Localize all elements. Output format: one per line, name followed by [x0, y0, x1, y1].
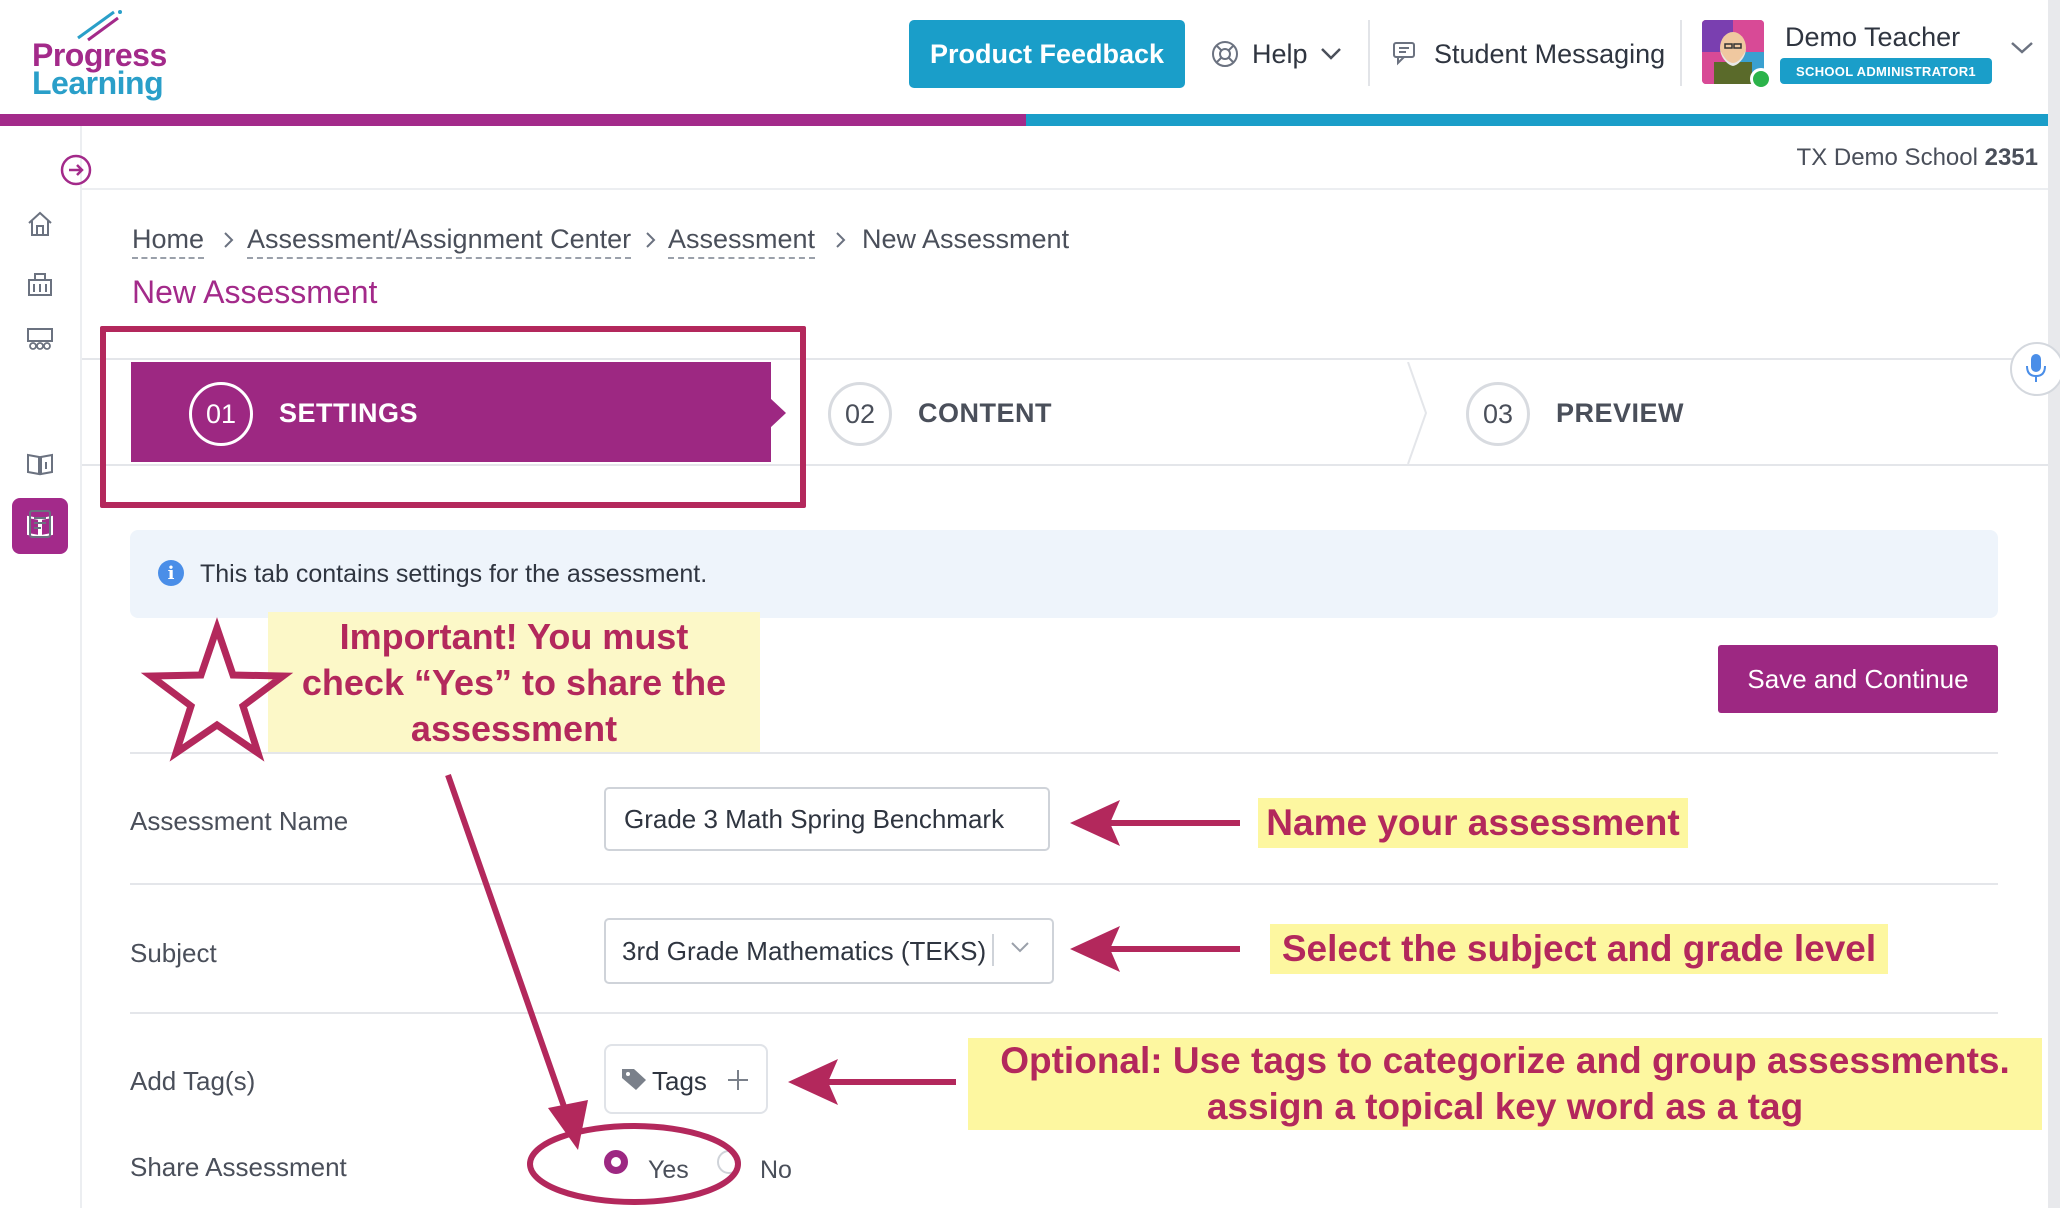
annotation-star-icon	[140, 617, 294, 762]
annotation-text: assessment	[410, 708, 618, 749]
annotation-text: Important! You must	[339, 616, 689, 657]
user-role-badge: SCHOOL ADMINISTRATOR1	[1780, 58, 1992, 84]
annotation-text: assign a topical key word as a tag	[1206, 1086, 1804, 1127]
form-divider	[130, 752, 1998, 754]
annotation-arrow	[445, 774, 571, 1119]
share-no-label[interactable]: No	[760, 1156, 792, 1185]
plus-icon	[728, 1070, 748, 1090]
share-yes-radio[interactable]	[604, 1150, 628, 1174]
step-tab-content[interactable]: 02 CONTENT	[800, 362, 1410, 462]
chevron-down-icon[interactable]	[2010, 40, 2034, 56]
share-assessment-label: Share Assessment	[130, 1152, 347, 1182]
subject-select[interactable]: 3rd Grade Mathematics (TEKS)	[604, 918, 1054, 984]
annotation-name-note: Name your assessment	[1258, 798, 1688, 848]
logo-text-learning: Learning	[32, 65, 164, 101]
school-id: 2351	[1984, 144, 2038, 171]
step-number: 03	[1466, 382, 1530, 446]
annotation-arrowhead	[548, 1100, 588, 1150]
school-name-text: TX Demo School	[1796, 144, 1978, 171]
annotation-text: check “Yes” to share the	[301, 662, 727, 703]
step-label: CONTENT	[918, 398, 1052, 428]
lifebuoy-icon	[1212, 41, 1238, 67]
step-number: 02	[828, 382, 892, 446]
breadcrumb-assessment-center[interactable]: Assessment/Assignment Center	[247, 224, 632, 259]
chevron-right-icon	[224, 232, 234, 248]
window-edge	[2048, 0, 2060, 1208]
step-label: PREVIEW	[1556, 398, 1685, 428]
annotation-highlight-box	[100, 326, 806, 508]
save-and-continue-button[interactable]: Save and Continue	[1718, 645, 1998, 713]
page-title: New Assessment	[132, 274, 378, 310]
sidebar-item-school[interactable]	[20, 264, 60, 304]
form-divider	[130, 883, 1998, 885]
annotation-arrowhead	[1070, 926, 1120, 972]
header-divider	[1680, 20, 1682, 86]
add-tags-label: Add Tag(s)	[130, 1066, 256, 1096]
annotation-text: Optional: Use tags to categorize and gro…	[1000, 1040, 2010, 1081]
microphone-button[interactable]	[2010, 342, 2060, 396]
product-feedback-button[interactable]: Product Feedback	[909, 20, 1185, 88]
chevron-down-icon	[1320, 48, 1341, 60]
select-separator	[992, 934, 994, 966]
info-icon: i	[158, 560, 184, 586]
info-text: This tab contains settings for the asses…	[200, 560, 708, 588]
share-yes-label[interactable]: Yes	[648, 1156, 689, 1185]
annotation-important-note: Important! You must check “Yes” to share…	[268, 612, 760, 752]
user-name[interactable]: Demo Teacher	[1785, 22, 1960, 53]
chevron-right-icon	[646, 232, 656, 248]
annotation-subject-note: Select the subject and grade level	[1270, 924, 1888, 974]
building-icon	[28, 273, 52, 296]
book-info-icon	[27, 453, 53, 476]
annotation-yes-circle	[527, 1123, 741, 1205]
student-messaging-link[interactable]: Student Messaging	[1390, 30, 1665, 78]
sidebar-item-classes[interactable]	[20, 320, 60, 360]
header-divider	[1368, 20, 1370, 86]
info-banner: i This tab contains settings for the ass…	[130, 530, 1998, 618]
header-accent-bar-purple	[0, 114, 1026, 126]
help-menu[interactable]: Help	[1210, 30, 1342, 78]
tag-icon	[622, 1069, 646, 1090]
form-divider	[130, 1012, 1998, 1014]
sidebar-item-resources[interactable]	[20, 444, 60, 484]
header-accent-bar-blue	[1026, 114, 2060, 126]
breadcrumb-home[interactable]: Home	[132, 224, 205, 259]
help-label: Help	[1252, 38, 1308, 69]
school-bar: TX Demo School 2351	[82, 126, 2048, 190]
sidebar-item-home[interactable]	[20, 204, 60, 244]
annotation-arrowhead	[1070, 800, 1120, 846]
microphone-icon	[2026, 354, 2046, 382]
chevron-down-icon	[1011, 942, 1029, 953]
breadcrumb-assessment[interactable]: Assessment	[668, 224, 816, 259]
online-status-dot	[1750, 68, 1772, 90]
chat-icon	[1393, 42, 1415, 66]
sidebar-item-reports[interactable]	[20, 504, 60, 544]
messaging-label: Student Messaging	[1434, 38, 1666, 69]
left-sidebar	[0, 126, 92, 1208]
home-icon	[28, 211, 52, 236]
annotation-optional-note: Optional: Use tags to categorize and gro…	[968, 1038, 2042, 1130]
share-no-radio[interactable]	[717, 1150, 741, 1174]
school-name: TX Demo School 2351	[1797, 144, 2038, 172]
breadcrumb-current: New Assessment	[862, 224, 1070, 254]
step-tab-preview[interactable]: 03 PREVIEW	[1440, 362, 2000, 462]
chevron-right-icon	[836, 232, 846, 248]
assessment-name-input[interactable]	[604, 787, 1050, 851]
add-tags-button[interactable]: Tags	[604, 1044, 768, 1114]
annotation-arrowhead	[788, 1059, 838, 1105]
top-header: Progress Learning Product Feedback Help …	[0, 0, 2060, 114]
step-divider	[1407, 362, 1428, 464]
subject-selected-value: 3rd Grade Mathematics (TEKS)	[622, 936, 987, 966]
progress-learning-logo[interactable]: Progress Learning	[30, 8, 190, 104]
tags-button-label: Tags	[652, 1066, 707, 1096]
classroom-icon	[27, 328, 53, 350]
report-icon	[29, 510, 51, 538]
assessment-name-label: Assessment Name	[130, 806, 349, 836]
subject-label: Subject	[130, 938, 217, 968]
